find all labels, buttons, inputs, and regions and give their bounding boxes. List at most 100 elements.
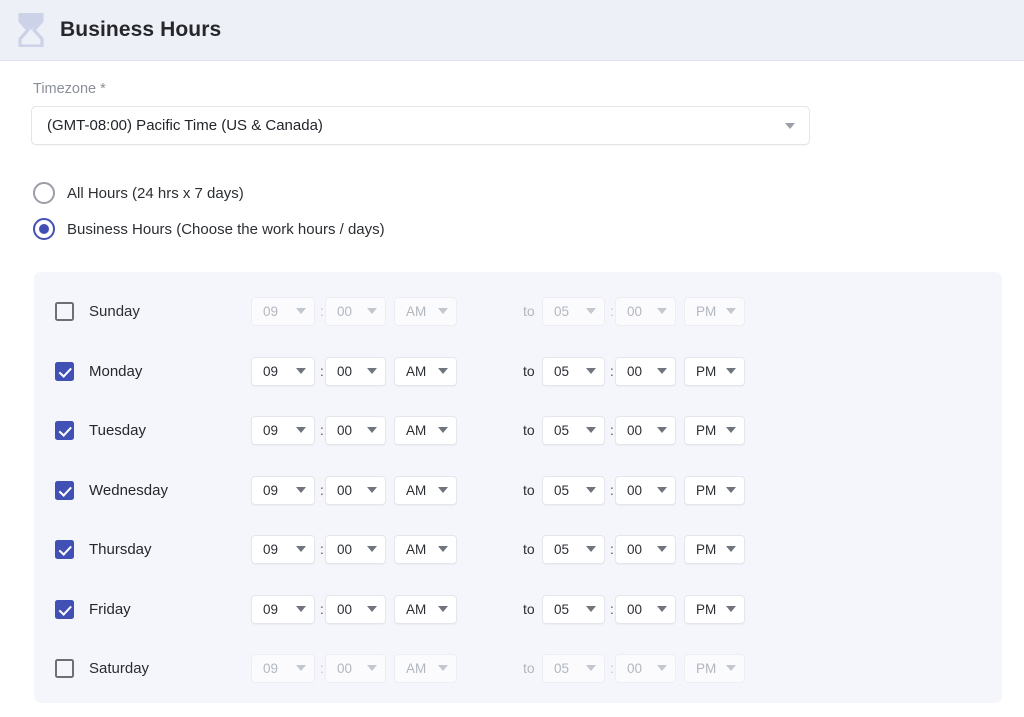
chevron-down-icon: [367, 606, 377, 612]
end-meridiem-select-thursday[interactable]: PM: [684, 534, 745, 564]
end-minute-select-saturday[interactable]: 00: [615, 653, 676, 683]
start-minute-select-monday[interactable]: 00: [325, 356, 386, 386]
end-minute-select-friday[interactable]: 00: [615, 594, 676, 624]
start-hour-select-sunday[interactable]: 09: [251, 296, 315, 326]
to-label: to: [523, 601, 535, 617]
end-hour-select-friday[interactable]: 05: [542, 594, 605, 624]
day-checkbox-saturday[interactable]: [55, 658, 74, 678]
start-hour-select-wednesday[interactable]: 09: [251, 475, 315, 505]
start-meridiem-value-tuesday: AM: [406, 422, 427, 438]
chevron-down-icon: [726, 546, 736, 552]
end-hour-select-thursday[interactable]: 05: [542, 534, 605, 564]
end-hour-select-tuesday[interactable]: 05: [542, 415, 605, 445]
chevron-down-icon: [296, 546, 306, 552]
chevron-down-icon: [657, 546, 667, 552]
timezone-value: (GMT-08:00) Pacific Time (US & Canada): [47, 117, 323, 134]
chevron-down-icon: [296, 308, 306, 314]
time-separator: :: [610, 422, 614, 438]
day-checkbox-monday[interactable]: [55, 361, 74, 381]
radio-business-hours[interactable]: Business Hours (Choose the work hours / …: [33, 218, 385, 240]
end-minute-select-tuesday[interactable]: 00: [615, 415, 676, 445]
start-hour-select-friday[interactable]: 09: [251, 594, 315, 624]
start-minute-value-monday: 00: [337, 363, 353, 379]
day-checkbox-tuesday[interactable]: [55, 420, 74, 440]
day-checkbox-wednesday[interactable]: [55, 480, 74, 500]
end-minute-value-monday: 00: [627, 363, 643, 379]
end-hour-select-wednesday[interactable]: 05: [542, 475, 605, 505]
end-hour-select-monday[interactable]: 05: [542, 356, 605, 386]
chevron-down-icon: [726, 606, 736, 612]
chevron-down-icon: [438, 487, 448, 493]
end-minute-value-sunday: 00: [627, 303, 643, 319]
end-minute-select-thursday[interactable]: 00: [615, 534, 676, 564]
table-row: Wednesday 09 : 00 AM to 05 : 00 PM: [34, 470, 1002, 510]
day-checkbox-sunday[interactable]: [55, 301, 74, 321]
day-label-sunday: Sunday: [89, 302, 140, 320]
start-meridiem-select-wednesday[interactable]: AM: [394, 475, 457, 505]
end-hour-value-saturday: 05: [554, 660, 570, 676]
time-separator: :: [610, 601, 614, 617]
end-meridiem-value-monday: PM: [696, 363, 717, 379]
time-separator: :: [320, 541, 324, 557]
time-separator: :: [610, 482, 614, 498]
end-meridiem-select-wednesday[interactable]: PM: [684, 475, 745, 505]
chevron-down-icon: [657, 308, 667, 314]
start-minute-select-tuesday[interactable]: 00: [325, 415, 386, 445]
start-hour-select-thursday[interactable]: 09: [251, 534, 315, 564]
time-separator: :: [610, 363, 614, 379]
day-checkbox-thursday[interactable]: [55, 539, 74, 559]
end-meridiem-value-wednesday: PM: [696, 482, 717, 498]
start-hour-value-tuesday: 09: [263, 422, 279, 438]
time-separator: :: [320, 660, 324, 676]
chevron-down-icon: [438, 546, 448, 552]
start-hour-select-tuesday[interactable]: 09: [251, 415, 315, 445]
time-separator: :: [320, 482, 324, 498]
start-minute-select-thursday[interactable]: 00: [325, 534, 386, 564]
time-separator: :: [320, 601, 324, 617]
end-hour-value-wednesday: 05: [554, 482, 570, 498]
table-row: Friday 09 : 00 AM to 05 : 00 PM: [34, 589, 1002, 629]
start-meridiem-select-tuesday[interactable]: AM: [394, 415, 457, 445]
radio-business-hours-control[interactable]: [33, 218, 55, 240]
start-meridiem-select-saturday[interactable]: AM: [394, 653, 457, 683]
chevron-down-icon: [726, 368, 736, 374]
timezone-select[interactable]: (GMT-08:00) Pacific Time (US & Canada): [31, 106, 810, 145]
end-hour-value-monday: 05: [554, 363, 570, 379]
end-meridiem-select-sunday[interactable]: PM: [684, 296, 745, 326]
end-meridiem-select-tuesday[interactable]: PM: [684, 415, 745, 445]
end-hour-value-friday: 05: [554, 601, 570, 617]
chevron-down-icon: [296, 665, 306, 671]
start-meridiem-value-saturday: AM: [406, 660, 427, 676]
start-meridiem-select-sunday[interactable]: AM: [394, 296, 457, 326]
to-label: to: [523, 482, 535, 498]
start-meridiem-value-sunday: AM: [406, 303, 427, 319]
to-label: to: [523, 303, 535, 319]
start-hour-select-monday[interactable]: 09: [251, 356, 315, 386]
start-minute-select-friday[interactable]: 00: [325, 594, 386, 624]
hourglass-icon: [18, 13, 44, 47]
end-minute-select-monday[interactable]: 00: [615, 356, 676, 386]
start-hour-select-saturday[interactable]: 09: [251, 653, 315, 683]
chevron-down-icon: [586, 546, 596, 552]
start-minute-select-sunday[interactable]: 00: [325, 296, 386, 326]
end-meridiem-select-friday[interactable]: PM: [684, 594, 745, 624]
end-meridiem-select-saturday[interactable]: PM: [684, 653, 745, 683]
start-meridiem-select-friday[interactable]: AM: [394, 594, 457, 624]
radio-all-hours[interactable]: All Hours (24 hrs x 7 days): [33, 182, 244, 204]
end-minute-select-sunday[interactable]: 00: [615, 296, 676, 326]
end-meridiem-select-monday[interactable]: PM: [684, 356, 745, 386]
day-checkbox-friday[interactable]: [55, 599, 74, 619]
time-separator: :: [320, 363, 324, 379]
start-meridiem-select-thursday[interactable]: AM: [394, 534, 457, 564]
chevron-down-icon: [296, 368, 306, 374]
to-label: to: [523, 363, 535, 379]
start-meridiem-select-monday[interactable]: AM: [394, 356, 457, 386]
end-hour-select-sunday[interactable]: 05: [542, 296, 605, 326]
day-label-thursday: Thursday: [89, 540, 152, 558]
radio-all-hours-control[interactable]: [33, 182, 55, 204]
end-minute-select-wednesday[interactable]: 00: [615, 475, 676, 505]
end-hour-select-saturday[interactable]: 05: [542, 653, 605, 683]
chevron-down-icon: [586, 368, 596, 374]
start-minute-select-saturday[interactable]: 00: [325, 653, 386, 683]
start-minute-select-wednesday[interactable]: 00: [325, 475, 386, 505]
